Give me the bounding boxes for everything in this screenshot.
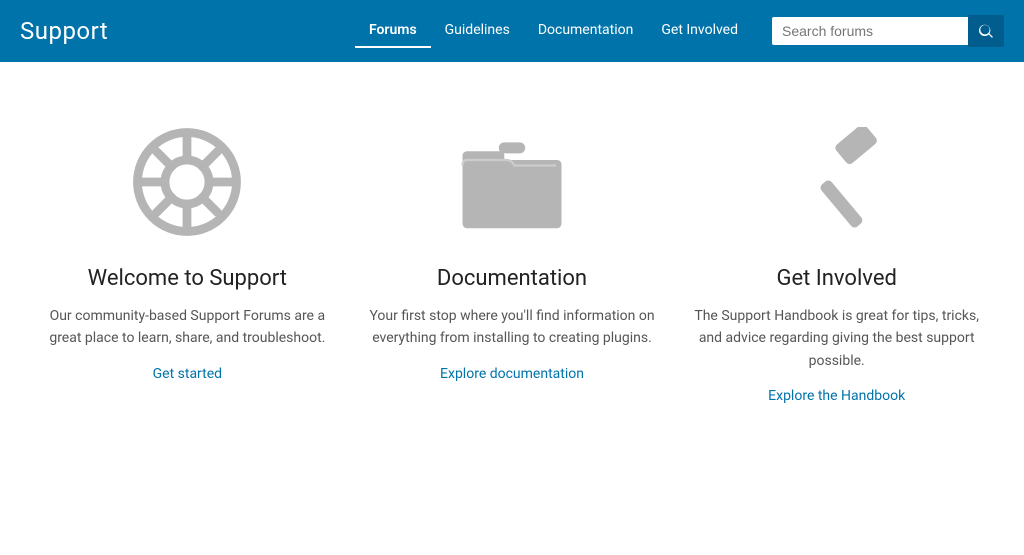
card-get-involved-desc: The Support Handbook is great for tips, … [689,305,984,372]
card-get-involved-title: Get Involved [776,266,896,291]
hammer-icon [782,127,892,237]
card-documentation-link[interactable]: Explore documentation [440,366,584,382]
card-support-link[interactable]: Get started [153,366,222,382]
card-get-involved-link[interactable]: Explore the Handbook [768,388,905,404]
search-icon [978,23,994,39]
main-content: Welcome to Support Our community-based S… [0,62,1024,464]
search-container [772,15,1004,47]
lifesaver-icon [132,127,242,237]
nav-item-get-involved[interactable]: Get Involved [647,14,752,48]
card-get-involved: Get Involved The Support Handbook is gre… [689,122,984,404]
card-documentation-title: Documentation [437,266,587,291]
card-support-title: Welcome to Support [88,266,287,291]
header: Support Forums Guidelines Documentation … [0,0,1024,62]
nav-item-forums[interactable]: Forums [355,14,431,48]
card-documentation-icon-container [452,122,572,242]
site-logo: Support [20,17,108,45]
card-support-icon-container [127,122,247,242]
main-nav: Forums Guidelines Documentation Get Invo… [355,14,752,48]
card-get-involved-icon-container [777,122,897,242]
nav-item-guidelines[interactable]: Guidelines [431,14,524,48]
card-documentation: Documentation Your first stop where you'… [365,122,660,382]
search-input[interactable] [772,17,968,45]
search-button[interactable] [968,15,1004,47]
cards-row: Welcome to Support Our community-based S… [40,122,984,404]
card-support-desc: Our community-based Support Forums are a… [40,305,335,350]
card-support: Welcome to Support Our community-based S… [40,122,335,382]
folder-icon [457,127,567,237]
nav-item-documentation[interactable]: Documentation [524,14,648,48]
card-documentation-desc: Your first stop where you'll find inform… [365,305,660,350]
